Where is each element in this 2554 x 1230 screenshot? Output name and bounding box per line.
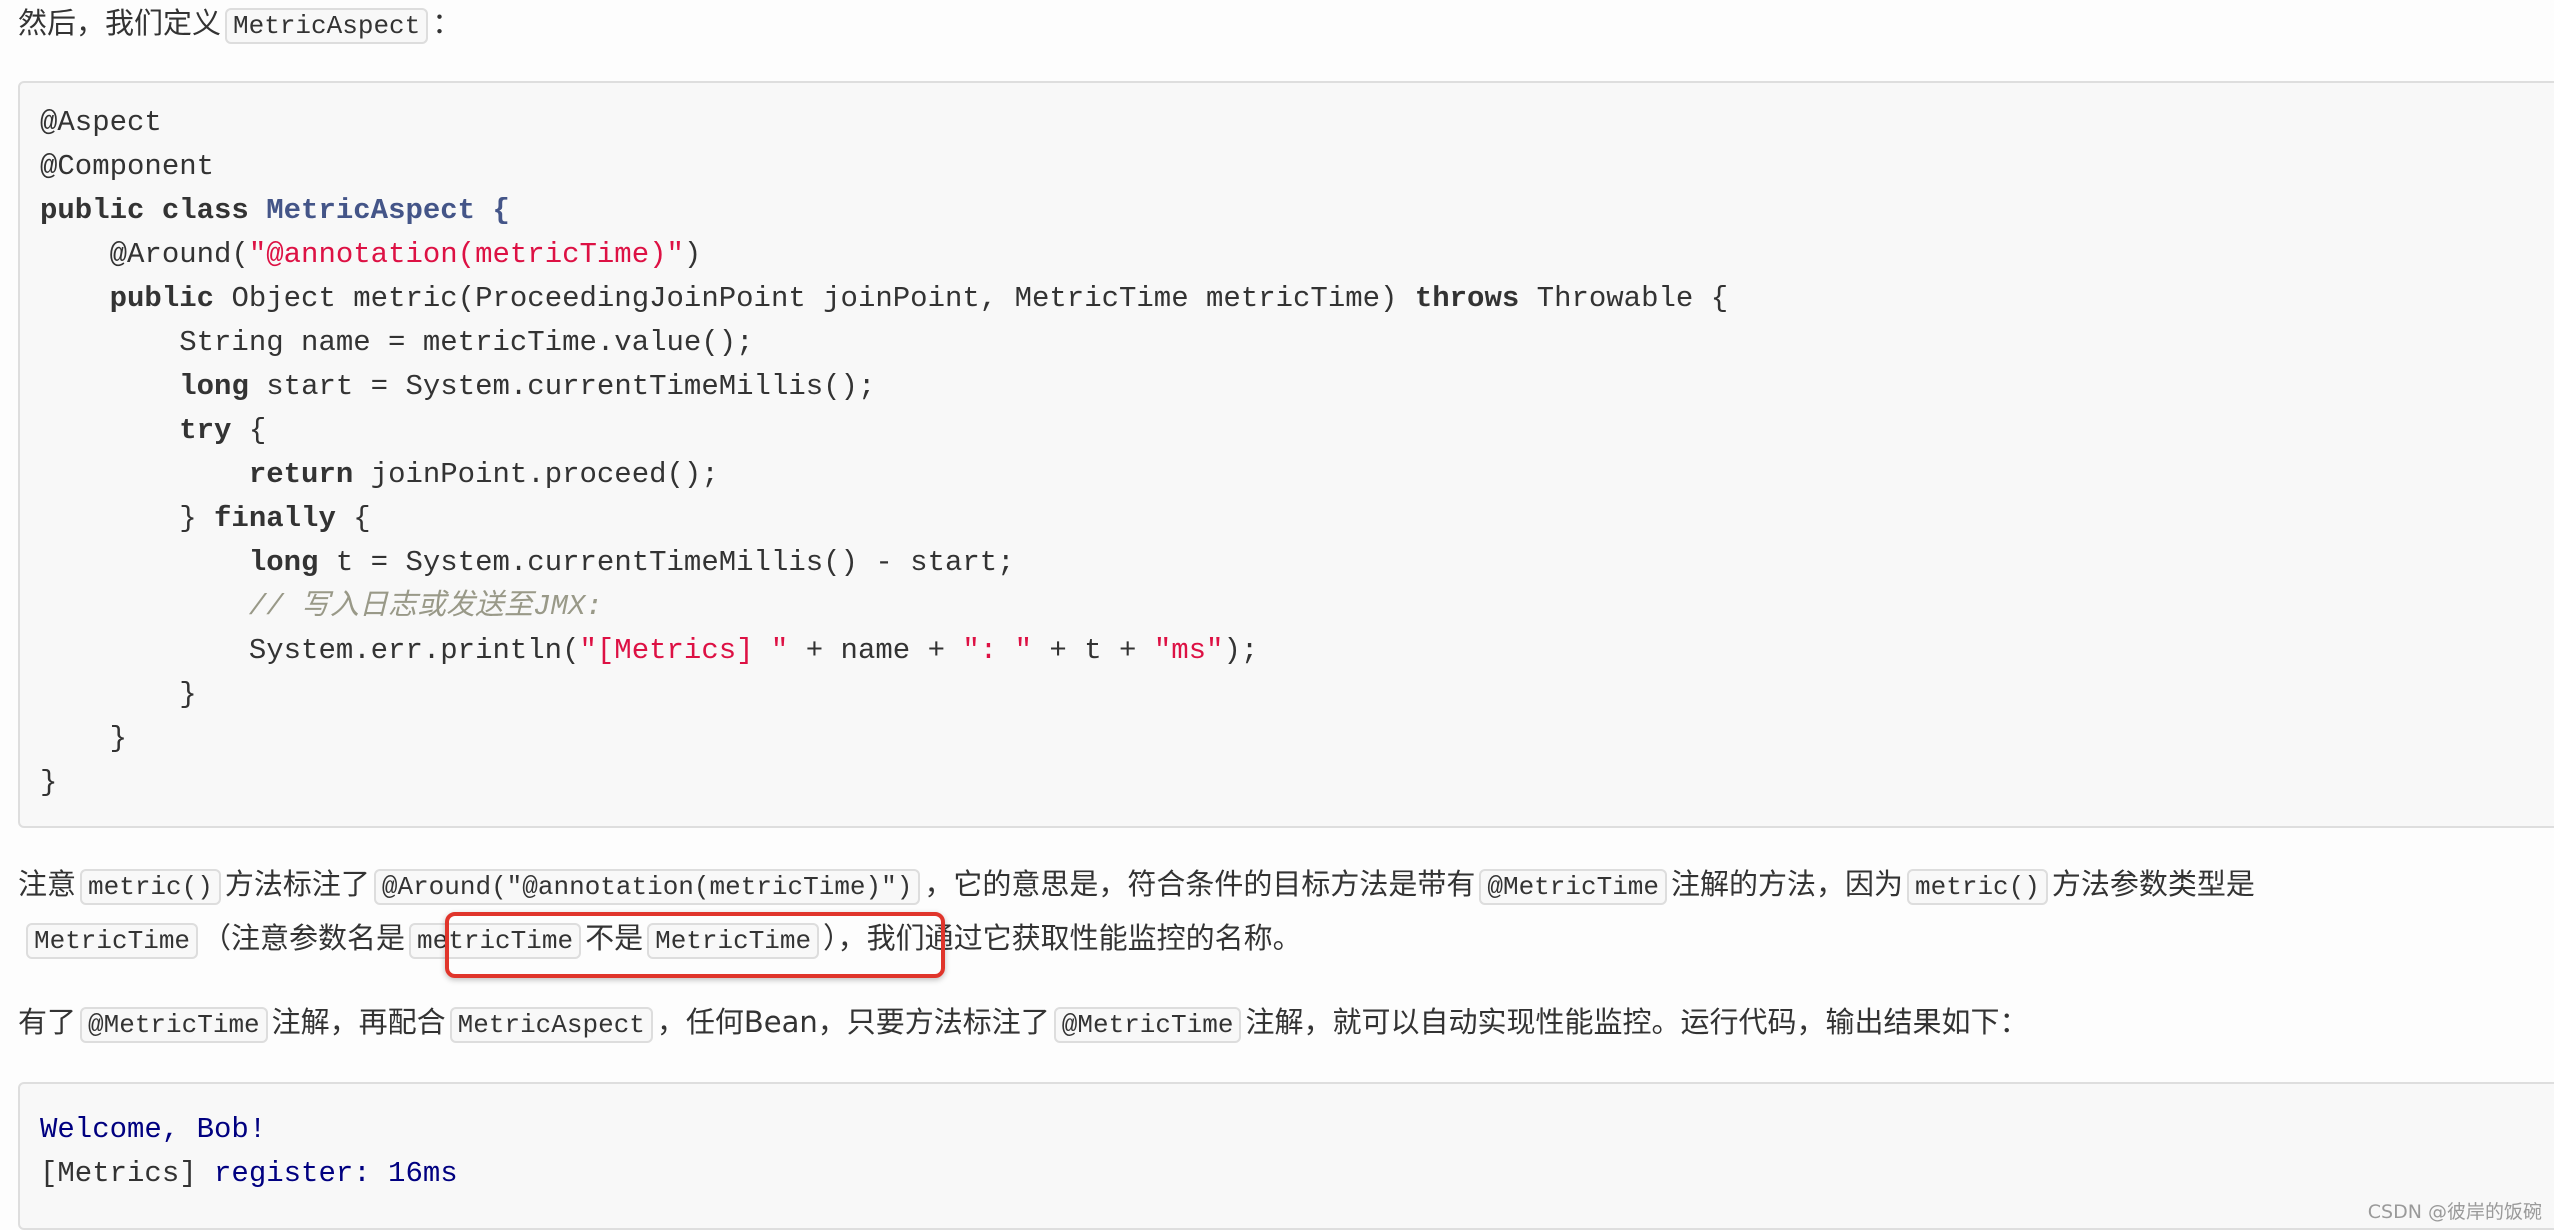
intro-colon: ： xyxy=(432,6,462,40)
code-token-kw: finally xyxy=(214,502,336,535)
text: ），我们通过它获取性能监控的名称。 xyxy=(823,921,1302,955)
code-token-str: ": " xyxy=(962,634,1032,667)
code-token-plain: joinPoint.proceed(); xyxy=(353,458,719,491)
usage-paragraph: 有了 @MetricTime 注解，再配合 MetricAspect ，任何Bean，只… xyxy=(18,995,2028,1052)
code-token-plain: } xyxy=(40,502,215,535)
code-token-str: "[Metrics] " xyxy=(579,634,789,667)
code-token-kw: public xyxy=(109,282,215,315)
code-token-kw: public class xyxy=(40,194,267,227)
code-line: } xyxy=(40,717,2542,761)
code-token-kw: return xyxy=(248,458,354,491)
code-token-kw: long xyxy=(248,546,319,579)
code-token-plain: [Metrics] xyxy=(40,1157,215,1190)
text: 不是 xyxy=(585,921,644,955)
intro-paragraph: 然后，我们定义 MetricAspect： xyxy=(18,0,461,53)
inline-code-metric-aspect: MetricAspect xyxy=(449,1007,653,1043)
intro-text: 然后，我们定义 xyxy=(18,6,222,40)
code-line: return joinPoint.proceed(); xyxy=(40,453,2542,497)
code-token-plain: } xyxy=(40,722,128,755)
code-token-cls: MetricAspect { xyxy=(266,194,510,227)
code-line: public Object metric(ProceedingJoinPoint… xyxy=(40,277,2542,321)
explanation-paragraph-line-2: MetricTime （注意参数名是 metricTime 不是 MetricTime）… xyxy=(18,911,1302,968)
code-token-plain: { xyxy=(231,414,267,447)
code-token-kw: try xyxy=(179,414,232,447)
text: 方法参数类型是 xyxy=(2051,867,2255,901)
inline-code-metric-time-annotation: @MetricTime xyxy=(1479,869,1668,905)
text: ，它的意思是，符合条件的目标方法是带有 xyxy=(924,867,1476,901)
code-token-plain: Throwable { xyxy=(1519,282,1729,315)
code-line: Welcome, Bob! xyxy=(40,1108,2542,1152)
code-line: } finally { xyxy=(40,497,2542,541)
inline-code-metric-time-type: MetricTime xyxy=(26,923,199,959)
code-token-nv: register: 16ms xyxy=(214,1157,458,1190)
inline-code-metric-aspect: MetricAspect xyxy=(225,8,429,44)
code-token-plain: ); xyxy=(1223,634,1259,667)
code-token-plain: t = System.currentTimeMillis() - start; xyxy=(318,546,1015,579)
text: 注意 xyxy=(18,867,77,901)
text: 注解，再配合 xyxy=(271,1005,446,1039)
code-line: // 写入日志或发送至JMX: xyxy=(40,585,2542,629)
inline-code-metric-method: metric() xyxy=(80,869,221,905)
code-line: long t = System.currentTimeMillis() - st… xyxy=(40,541,2542,585)
code-token-plain: } xyxy=(40,766,58,799)
code-line: @Aspect xyxy=(40,101,2542,145)
code-token-plain: String name = metricTime.value(); xyxy=(40,326,754,359)
text: 有了 xyxy=(18,1005,77,1039)
inline-code-metric-time-annotation: @MetricTime xyxy=(1053,1007,1242,1043)
text: ，任何Bean，只要方法标注了 xyxy=(656,1005,1050,1039)
code-token-plain: start = System.currentTimeMillis(); xyxy=(248,370,876,403)
text: （注意参数名是 xyxy=(202,921,406,955)
code-token-plain: ) xyxy=(683,238,702,271)
watermark: CSDN @彼岸的饭碗 xyxy=(2367,1201,2542,1223)
code-line: long start = System.currentTimeMillis(); xyxy=(40,365,2542,409)
code-token-plain: } xyxy=(40,678,197,711)
code-line: @Component xyxy=(40,145,2542,189)
code-token-str: "ms" xyxy=(1153,634,1224,667)
code-token-plain: + t + xyxy=(1032,634,1154,667)
code-token-plain: @Component xyxy=(40,150,215,183)
code-token-plain: System.err.println( xyxy=(40,634,580,667)
code-token-plain: Object metric(ProceedingJoinPoint joinPo… xyxy=(214,282,1415,315)
code-line: @Around("@annotation(metricTime)") xyxy=(40,233,2542,277)
code-token-plain: { xyxy=(335,502,371,535)
code-line: [Metrics] register: 16ms xyxy=(40,1152,2542,1196)
text: 方法标注了 xyxy=(224,867,370,901)
code-line: public class MetricAspect { xyxy=(40,189,2542,233)
code-token-kw: long xyxy=(179,370,249,403)
code-token-plain: @Around( xyxy=(40,238,249,271)
inline-code-metric-time-annotation: @MetricTime xyxy=(80,1007,268,1043)
code-token-plain: + name + xyxy=(788,634,963,667)
code-token-str: "@annotation(metricTime)" xyxy=(248,238,684,271)
inline-code-around-annotation: @Around("@annotation(metricTime)") xyxy=(373,869,921,905)
inline-code-metric-time-type: MetricTime xyxy=(647,923,820,959)
code-token-cm: // 写入日志或发送至JMX: xyxy=(248,590,603,623)
code-token-nv: Welcome, Bob! xyxy=(40,1113,267,1146)
code-block-metric-aspect: @Aspect @Component public class MetricAspe… xyxy=(18,81,2554,828)
code-line: } xyxy=(40,673,2542,717)
inline-code-metric-method: metric() xyxy=(1907,869,2048,905)
text: 注解，就可以自动实现性能监控。运行代码，输出结果如下： xyxy=(1245,1005,2029,1039)
code-line: System.err.println("[Metrics] " + name +… xyxy=(40,629,2542,673)
explanation-paragraph-line-1: 注意 metric() 方法标注了 @Around("@annotation(metr… xyxy=(18,857,2255,914)
text: 注解的方法，因为 xyxy=(1671,867,1904,901)
output-block: Welcome, Bob! [Metrics] register: 16ms xyxy=(18,1082,2554,1230)
code-line: String name = metricTime.value(); xyxy=(40,321,2542,365)
code-token-plain: @Aspect xyxy=(40,106,162,139)
code-line: } xyxy=(40,761,2542,805)
code-token-kw: throws xyxy=(1414,282,1520,315)
code-line: try { xyxy=(40,409,2542,453)
inline-code-metric-time-param: metricTime xyxy=(409,923,582,959)
